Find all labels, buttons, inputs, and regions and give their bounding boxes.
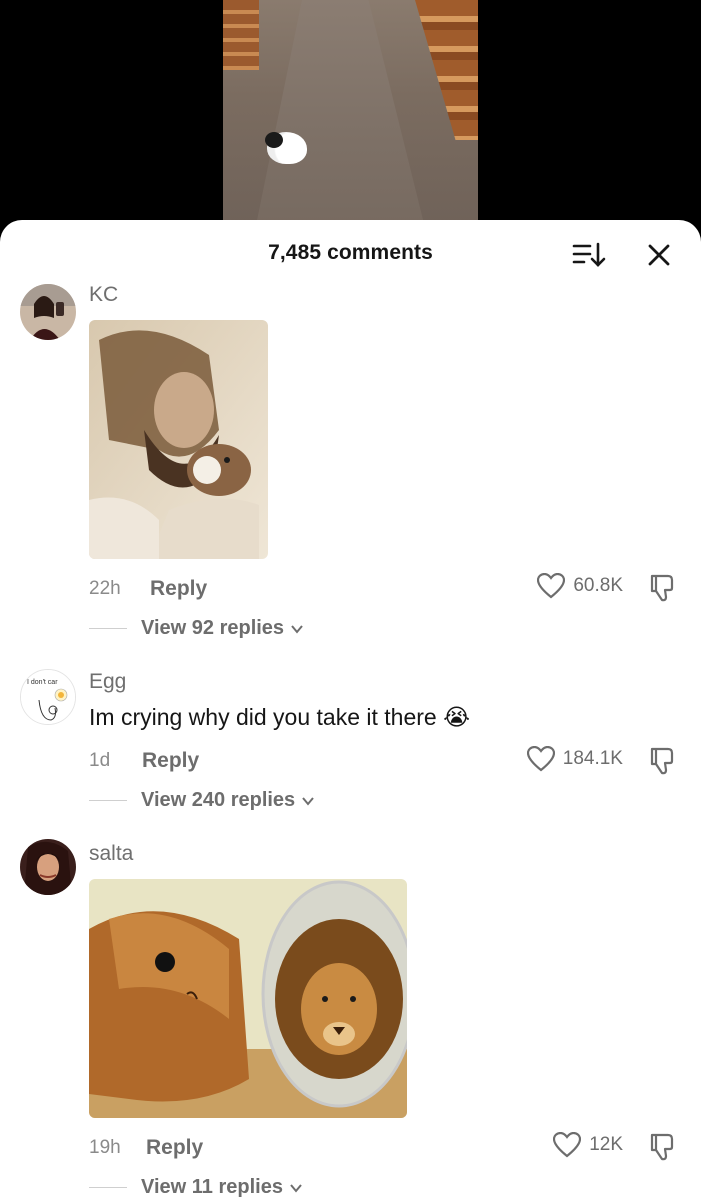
chevron-down-icon [290,1183,302,1193]
like-button[interactable]: 184.1K [526,746,623,772]
avatar[interactable] [20,839,76,895]
comment-username[interactable]: Egg [89,670,126,694]
comment-time: 22h [89,578,121,599]
view-replies-button[interactable]: View 240 replies [89,789,315,812]
like-count: 60.8K [573,575,623,596]
pew-right [415,0,478,140]
pew-left [223,0,259,70]
reply-button[interactable]: Reply [150,577,207,601]
reply-button[interactable]: Reply [142,749,199,773]
dislike-icon[interactable] [646,572,678,604]
like-button[interactable]: 60.8K [537,573,623,599]
like-count: 184.1K [562,748,623,769]
chevron-down-icon [302,796,314,806]
dislike-icon[interactable] [646,745,678,777]
view-replies-button[interactable]: View 11 replies [89,1176,303,1199]
view-replies-button[interactable]: View 92 replies [89,617,304,640]
dislike-icon[interactable] [646,1131,678,1163]
close-icon[interactable] [642,238,676,272]
comments-header: 7,485 comments [0,220,701,286]
like-button[interactable]: 12K [553,1132,623,1158]
like-count: 12K [589,1134,623,1155]
avatar[interactable] [20,284,76,340]
replies-divider [89,800,127,801]
replies-divider [89,628,127,629]
video-frame [223,0,478,240]
view-replies-label: View 11 replies [141,1176,283,1198]
avatar[interactable]: I don't car [20,669,76,725]
comment-text: Im crying why did you take it there 😭 [89,704,470,730]
sort-icon[interactable] [570,240,606,270]
heart-icon [537,573,566,599]
guinea-pig [265,132,307,164]
reply-button[interactable]: Reply [146,1136,203,1160]
comment-time: 1d [89,750,111,771]
comment-time: 19h [89,1137,121,1158]
video-player[interactable] [0,0,701,240]
heart-icon [526,746,555,772]
replies-divider [89,1187,127,1188]
view-replies-label: View 240 replies [141,789,296,811]
view-replies-label: View 92 replies [141,617,285,639]
chevron-down-icon [291,624,303,634]
heart-icon [553,1132,582,1158]
avatar-caption: I don't car [27,679,58,686]
comment-username[interactable]: salta [89,842,133,866]
church-aisle [253,0,428,240]
comment-username[interactable]: KC [89,283,118,307]
comment-image[interactable] [89,320,268,559]
comment-image[interactable] [89,879,407,1118]
